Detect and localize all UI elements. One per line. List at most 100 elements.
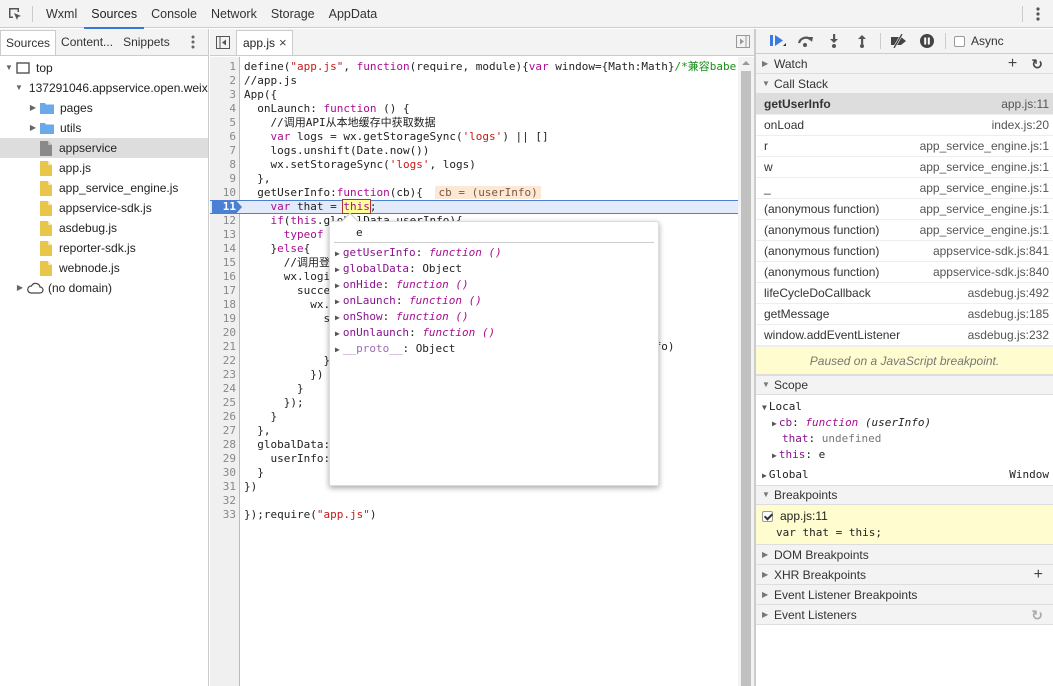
tree-item-file[interactable]: asdebug.js (0, 218, 208, 238)
line-number[interactable]: 3 (210, 88, 236, 102)
line-number[interactable]: 12 (210, 214, 236, 228)
line-number[interactable]: 15 (210, 256, 236, 270)
code-line[interactable]: 2 //app.js (210, 74, 738, 88)
toggle-debugger-button[interactable] (736, 35, 750, 51)
call-frame[interactable]: (anonymous function) appservice-sdk.js:84… (756, 262, 1053, 283)
line-number[interactable]: 6 (210, 130, 236, 144)
tree-item-file[interactable]: appservice-sdk.js (0, 198, 208, 218)
call-frame-location[interactable]: app_service_engine.js:1 (920, 157, 1049, 177)
tree-item-file[interactable]: app.js (0, 158, 208, 178)
code-line[interactable]: 32 (210, 494, 738, 508)
line-number[interactable]: 31 (210, 480, 236, 494)
scope-var-that[interactable]: that: undefined (762, 431, 1053, 447)
tree-item-folder[interactable]: ▶ utils (0, 118, 208, 138)
toggle-navigator-button[interactable] (210, 29, 236, 55)
property-row[interactable]: ▶ onLaunch: function () (335, 293, 658, 309)
line-number[interactable]: 32 (210, 494, 236, 508)
expand-triangle-icon[interactable]: ▶ (335, 297, 340, 306)
call-frame[interactable]: getUserInfo app.js:11 (756, 94, 1053, 115)
expand-triangle-icon[interactable]: ▶ (335, 313, 340, 322)
call-frame-location[interactable]: asdebug.js:232 (968, 325, 1049, 345)
property-row[interactable]: ▶ getUserInfo: function () (335, 245, 658, 261)
call-frame[interactable]: window.addEventListener asdebug.js:232 (756, 325, 1053, 346)
call-frame-location[interactable]: index.js:20 (992, 115, 1049, 135)
line-number[interactable]: 26 (210, 410, 236, 424)
code-line[interactable]: 10 getUserInfo:function(cb){ cb = (userI… (210, 186, 738, 200)
close-icon[interactable]: × (279, 30, 287, 56)
code-line[interactable]: 1 define("app.js", function(require, modu… (210, 60, 738, 74)
line-number[interactable]: 29 (210, 452, 236, 466)
call-frame-location[interactable]: app.js:11 (1001, 94, 1049, 114)
scope-var-cb[interactable]: ▶ cb: function (userInfo) (762, 415, 1053, 431)
call-frame-location[interactable]: app_service_engine.js:1 (920, 199, 1049, 219)
editor-tab-app-js[interactable]: app.js × (236, 30, 293, 55)
call-frame[interactable]: _ app_service_engine.js:1 (756, 178, 1053, 199)
line-number[interactable]: 25 (210, 396, 236, 410)
call-frame[interactable]: (anonymous function) app_service_engine.j… (756, 220, 1053, 241)
event-listener-breakpoints-section-header[interactable]: ▶ Event Listener Breakpoints (756, 585, 1053, 605)
property-row[interactable]: ▶ globalData: Object (335, 261, 658, 277)
refresh-icon[interactable]: ↻ (1031, 54, 1043, 74)
call-frame-location[interactable]: asdebug.js:185 (968, 304, 1049, 324)
line-number[interactable]: 10 (210, 186, 236, 200)
step-out-button[interactable] (848, 30, 876, 52)
call-frame[interactable]: lifeCycleDoCallback asdebug.js:492 (756, 283, 1053, 304)
add-xhr-breakpoint-icon[interactable]: + (1034, 565, 1043, 585)
checkbox[interactable] (954, 35, 965, 47)
call-frame[interactable]: r app_service_engine.js:1 (756, 136, 1053, 157)
expand-triangle-icon[interactable]: ▶ (335, 249, 340, 258)
inspect-element-button[interactable] (0, 0, 30, 28)
line-number[interactable]: 8 (210, 158, 236, 172)
property-row[interactable]: ▶ onShow: function () (335, 309, 658, 325)
expand-triangle-icon[interactable]: ▶ (762, 471, 767, 480)
call-frame[interactable]: (anonymous function) appservice-sdk.js:84… (756, 241, 1053, 262)
tree-item-folder[interactable]: ▶ pages (0, 98, 208, 118)
resume-button[interactable] (764, 30, 792, 52)
nav-tab-snippets[interactable]: Snippets (118, 29, 175, 55)
line-number[interactable]: 24 (210, 382, 236, 396)
scope-var-this[interactable]: ▶ this: e (762, 447, 1053, 463)
tree-item-file[interactable]: app_service_engine.js (0, 178, 208, 198)
line-number[interactable]: 4 (210, 102, 236, 116)
event-listeners-section-header[interactable]: ▶ Event Listeners ↻ (756, 605, 1053, 625)
call-frame[interactable]: getMessage asdebug.js:185 (756, 304, 1053, 325)
expand-triangle-icon[interactable]: ▶ (335, 345, 340, 354)
tree-item-file[interactable]: appservice (0, 138, 208, 158)
expand-triangle-icon[interactable]: ▶ (335, 329, 340, 338)
call-frame-location[interactable]: asdebug.js:492 (968, 283, 1049, 303)
property-row[interactable]: ▶ onHide: function () (335, 277, 658, 293)
line-number[interactable]: 1 (210, 60, 236, 74)
breakpoints-section-header[interactable]: ▼ Breakpoints (756, 485, 1053, 505)
code-line[interactable]: 5 //调用API从本地缓存中获取数据 (210, 116, 738, 130)
line-number[interactable]: 11 (210, 201, 236, 213)
breakpoint-item[interactable]: app.js:11 var that = this; (756, 505, 1053, 545)
code-line[interactable]: 9 }, (210, 172, 738, 186)
expand-triangle-icon[interactable]: ▶ (335, 281, 340, 290)
call-frame-location[interactable]: app_service_engine.js:1 (920, 136, 1049, 156)
line-number[interactable]: 27 (210, 424, 236, 438)
tree-item-file[interactable]: webnode.js (0, 258, 208, 278)
tree-item-no-domain[interactable]: ▶ (no domain) (0, 278, 208, 298)
scope-global[interactable]: ▶ Global Window (762, 467, 1053, 483)
line-number[interactable]: 16 (210, 270, 236, 284)
property-row[interactable]: ▶ onUnlaunch: function () (335, 325, 658, 341)
more-tabs-icon[interactable] (190, 35, 196, 49)
tab-wxml[interactable]: Wxml (39, 0, 84, 28)
add-watch-icon[interactable]: + (1008, 54, 1017, 74)
expand-triangle-icon[interactable]: ▶ (772, 419, 777, 428)
line-number[interactable]: 17 (210, 284, 236, 298)
tab-network[interactable]: Network (204, 0, 264, 28)
expand-triangle-icon[interactable]: ▶ (772, 451, 777, 460)
xhr-breakpoints-section-header[interactable]: ▶ XHR Breakpoints + (756, 565, 1053, 585)
scope-section-header[interactable]: ▼ Scope (756, 375, 1053, 395)
current-execution-line[interactable]: 11 var that = this; (210, 199, 738, 214)
call-frame-location[interactable]: appservice-sdk.js:841 (933, 241, 1049, 261)
line-number[interactable]: 19 (210, 312, 236, 326)
line-number[interactable]: 5 (210, 116, 236, 130)
watch-section-header[interactable]: ▶ Watch + ↻ (756, 54, 1053, 74)
line-number[interactable]: 23 (210, 368, 236, 382)
call-frame[interactable]: w app_service_engine.js:1 (756, 157, 1053, 178)
line-number[interactable]: 13 (210, 228, 236, 242)
step-over-button[interactable] (792, 30, 820, 52)
code-line[interactable]: 33});require("app.js") (210, 508, 738, 522)
